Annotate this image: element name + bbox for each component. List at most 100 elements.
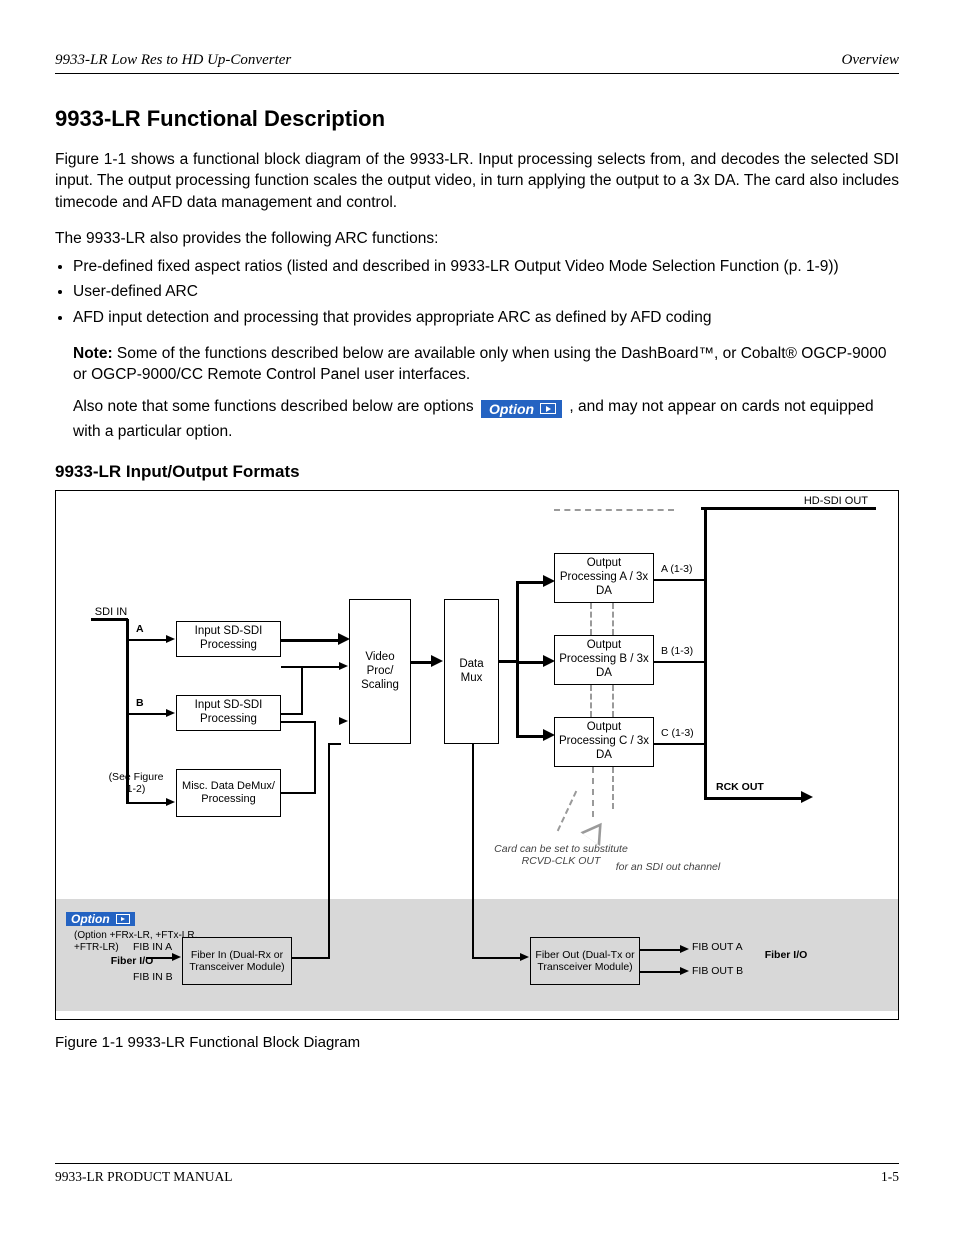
c-out-label: C (1-3) [661, 727, 694, 739]
arrow-right-icon [339, 717, 348, 725]
diagram-line [128, 713, 168, 715]
diagram-line [301, 666, 303, 714]
fiber-out-bus: Fiber I/O [756, 949, 816, 961]
diagram-line [281, 639, 341, 642]
diagram-line [146, 957, 174, 959]
bullet-item: Pre-defined fixed aspect ratios (listed … [73, 256, 899, 278]
diagram-line [292, 957, 330, 959]
figure-block-diagram: SDI IN A Input SD-SDI Processing B Input… [55, 490, 899, 1020]
block-misc: Misc. Data DeMux/ Processing [176, 769, 281, 817]
diagram-line [281, 713, 303, 715]
diagram-line [472, 743, 474, 957]
diagram-dashed [612, 685, 614, 717]
diagram-dashed [612, 603, 614, 635]
section-heading: 9933-LR Functional Description [55, 104, 899, 135]
note-label: Note: [73, 345, 113, 362]
diagram-line [128, 639, 168, 641]
bullet-intro: The 9933-LR also provides the following … [55, 228, 899, 250]
diagram-line [640, 949, 682, 951]
diagram-dashed [557, 791, 577, 832]
diagram-line [654, 661, 706, 663]
diagram-line [516, 735, 546, 738]
block-input-a: Input SD-SDI Processing [176, 621, 281, 657]
header-left: 9933-LR Low Res to HD Up-Converter [55, 50, 291, 71]
diagram-line [314, 721, 316, 793]
figure-caption: Figure 1-1 9933-LR Functional Block Diag… [55, 1032, 899, 1053]
diagram-dashed [590, 603, 592, 635]
arrow-right-icon [166, 798, 175, 806]
arrow-right-icon [520, 953, 529, 961]
block-fiber-out: Fiber Out (Dual-Tx or Transceiver Module… [530, 937, 640, 985]
page-footer: 9933-LR PRODUCT MANUAL 1-5 [55, 1163, 899, 1187]
diagram-line [516, 581, 546, 584]
diagram-line [516, 581, 519, 736]
note-line-1: Note: Some of the functions described be… [73, 343, 899, 386]
diagram-line [472, 957, 522, 959]
arrow-right-icon [339, 662, 348, 670]
bullet-list: Pre-defined fixed aspect ratios (listed … [73, 256, 899, 329]
diagram-dashed [612, 767, 614, 809]
diagram-dashed [590, 685, 592, 717]
diagram-line [516, 661, 546, 664]
diagram-line [328, 743, 341, 745]
rclk-note-2: for an SDI out channel [608, 861, 728, 873]
in-a-label: A [136, 623, 144, 635]
diagram-line [281, 666, 341, 668]
b-out-label: B (1-3) [661, 645, 693, 657]
hd-sdi-out-label: HD-SDI OUT [804, 495, 868, 508]
arrow-right-icon [166, 709, 175, 717]
header-right: Overview [842, 50, 899, 71]
misc-label: (See Figure 1-2) [106, 771, 166, 795]
block-out-a: Output Processing A / 3x DA [554, 553, 654, 603]
fib-in-a: FIB IN A [133, 941, 172, 953]
rclk-label: RCK OUT [716, 781, 764, 793]
diagram-line [704, 508, 707, 798]
fib-out-a: FIB OUT A [692, 941, 743, 953]
diagram-line [128, 802, 168, 804]
arrow-right-icon [172, 953, 181, 961]
diagram-line [654, 743, 706, 745]
option-badge-inline: Option [481, 400, 562, 418]
diagram-line [281, 721, 316, 723]
sub-heading: 9933-LR Input/Output Formats [55, 460, 899, 484]
arrow-in-box-icon [540, 403, 556, 414]
note-text: Some of the functions described below ar… [73, 345, 887, 384]
block-input-b: Input SD-SDI Processing [176, 695, 281, 731]
block-mux: Data Mux [444, 599, 499, 744]
block-proc: Video Proc/ Scaling [349, 599, 411, 744]
diagram-dashed [554, 509, 674, 511]
option-badge: Option [66, 912, 135, 926]
arrow-right-icon [431, 655, 443, 667]
fib-out-b: FIB OUT B [692, 965, 743, 977]
a-out-label: A (1-3) [661, 563, 693, 575]
option-badge-text: Option [71, 913, 110, 925]
option-badge-text: Option [489, 402, 534, 416]
footer-right: 1-5 [881, 1168, 899, 1187]
diagram-line [701, 507, 876, 510]
footer-left: 9933-LR PRODUCT MANUAL [55, 1168, 233, 1187]
bullet-item: AFD input detection and processing that … [73, 307, 899, 329]
intro-paragraph: Figure 1-1 shows a functional block diag… [55, 149, 899, 214]
diagram-line [91, 618, 128, 621]
diagram-dashed [592, 767, 594, 817]
chevron-icon [580, 816, 611, 846]
note-line-2: Also note that some functions described … [73, 396, 899, 442]
arrow-right-icon [680, 967, 689, 975]
block-out-c: Output Processing C / 3x DA [554, 717, 654, 767]
fib-in-b: FIB IN B [133, 971, 173, 983]
option-shaded-area: Option (Option +FRx-LR, +FTx-LR, +FTR-LR… [56, 899, 898, 1011]
sdi-in-label: SDI IN [91, 606, 131, 619]
diagram-line [640, 971, 682, 973]
bullet-item: User-defined ARC [73, 281, 899, 303]
diagram-line [328, 743, 330, 957]
diagram-line [281, 792, 316, 794]
block-out-b: Output Processing B / 3x DA [554, 635, 654, 685]
arrow-in-box-icon [116, 914, 130, 924]
block-fiber-in: Fiber In (Dual-Rx or Transceiver Module) [182, 937, 292, 985]
arrow-right-icon [801, 791, 813, 803]
page-header: 9933-LR Low Res to HD Up-Converter Overv… [55, 50, 899, 74]
diagram-line [654, 579, 706, 581]
diagram-line [704, 797, 804, 800]
arrow-right-icon [680, 945, 689, 953]
in-b-label: B [136, 697, 144, 709]
